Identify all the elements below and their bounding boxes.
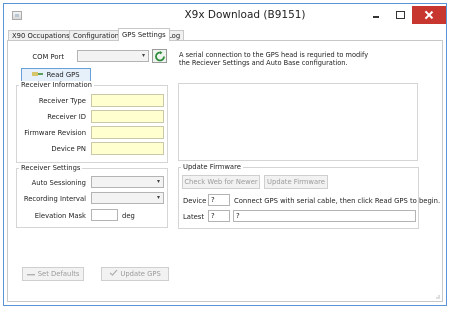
elevation-mask-unit: deg [122, 212, 135, 220]
auto-sessioning-select[interactable]: ▾ [91, 176, 164, 188]
update-firmware-button[interactable]: Update Firmware [264, 175, 328, 189]
firmware-revision-field [91, 126, 164, 139]
receiver-id-label: Receiver ID [47, 113, 86, 121]
minimize-button[interactable] [364, 6, 388, 24]
receiver-type-field [91, 94, 164, 107]
reset-icon [26, 268, 36, 280]
receiver-information-title: Receiver Information [19, 81, 94, 89]
set-defaults-button[interactable]: Set Defaults [22, 267, 84, 281]
elevation-mask-label: Elevation Mask [34, 212, 86, 220]
resize-grip-icon[interactable] [434, 293, 440, 299]
update-gps-button[interactable]: Update GPS [101, 267, 169, 281]
receiver-type-label: Receiver Type [38, 97, 86, 105]
read-gps-button[interactable]: Read GPS [21, 68, 91, 82]
auto-sessioning-label: Auto Sessioning [31, 179, 86, 187]
com-port-label: COM Port [32, 53, 64, 61]
update-firmware-title: Update Firmware [181, 163, 243, 171]
tab-gps-settings[interactable]: GPS Settings [118, 28, 170, 41]
latest-message-field: ? [233, 210, 416, 222]
receiver-id-field [91, 110, 164, 123]
chevron-down-icon: ▾ [156, 178, 160, 185]
info-display-panel [178, 83, 418, 161]
title-bar[interactable]: X9x Download (B9151) [4, 4, 446, 27]
app-window: X9x Download (B9151) X90 Occupations Con… [3, 3, 447, 306]
chevron-down-icon: ▾ [141, 52, 145, 59]
device-version-field: ? [208, 194, 230, 206]
maximize-button[interactable] [388, 6, 412, 24]
check-web-button[interactable]: Check Web for Newer [182, 175, 260, 189]
com-port-select[interactable]: ▾ [77, 50, 149, 62]
elevation-mask-input[interactable] [91, 209, 118, 221]
check-icon [109, 268, 118, 280]
device-label: Device [183, 197, 207, 205]
device-pn-label: Device PN [51, 145, 86, 153]
read-gps-label: Read GPS [46, 71, 80, 79]
set-defaults-label: Set Defaults [37, 270, 80, 278]
recording-interval-label: Recording Interval [23, 195, 86, 203]
serial-info-text: A serial connection to the GPS head is r… [179, 51, 369, 67]
refresh-icon [155, 51, 165, 62]
chevron-down-icon: ▾ [156, 194, 160, 201]
gps-settings-panel: COM Port ▾ Read GPS Receiver Information… [7, 40, 443, 302]
close-button[interactable] [412, 6, 446, 24]
update-gps-label: Update GPS [120, 270, 161, 278]
device-message: Connect GPS with serial cable, then clic… [234, 197, 441, 205]
device-pn-field [91, 142, 164, 155]
refresh-ports-button[interactable] [152, 49, 167, 63]
receiver-settings-title: Receiver Settings [19, 164, 83, 172]
gps-device-icon [32, 69, 44, 81]
latest-label: Latest [183, 213, 205, 221]
recording-interval-select[interactable]: ▾ [91, 192, 164, 204]
firmware-revision-label: Firmware Revision [24, 129, 86, 137]
latest-version-field: ? [208, 210, 230, 222]
